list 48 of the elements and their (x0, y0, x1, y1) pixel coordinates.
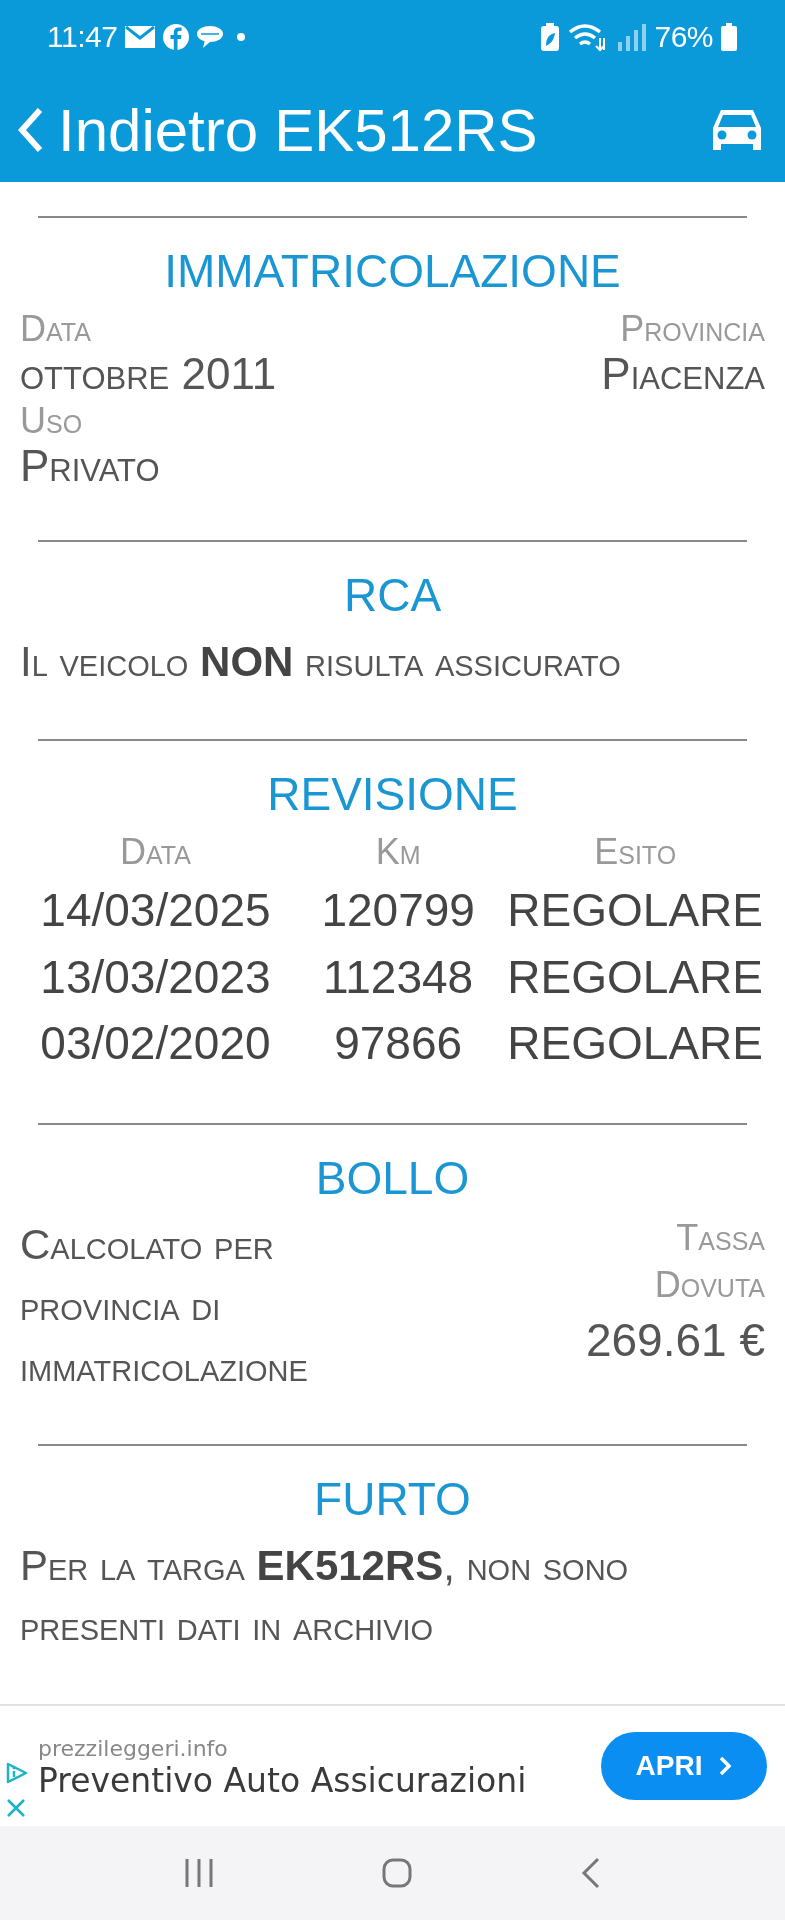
section-heading: RCA (342, 567, 443, 622)
ad-domain: prezzileggeri.info (38, 1736, 229, 1761)
table-cell-text: 13/03/2023 (39, 949, 272, 1005)
section-heading: BOLLO (314, 1150, 471, 1205)
field-value: Privato (20, 441, 160, 492)
info-text: Per la targa EK512RS, non sono presenti dati in archivio (20, 1540, 630, 1652)
chevron-left-icon (18, 107, 44, 153)
ad-info-icon[interactable] (6, 1762, 28, 1784)
tax-label: Tassa Dovuta (653, 1215, 765, 1307)
back-icon[interactable] (580, 1857, 601, 1889)
battery-leaf-icon (540, 22, 561, 52)
ad-headline[interactable]: Preventivo Auto Assicurazioni (38, 1761, 601, 1800)
signal-icon (616, 22, 647, 52)
table-cell-text: REGOLARE (506, 882, 764, 938)
close-icon[interactable] (6, 1798, 26, 1818)
field-value: Piacenza (601, 349, 765, 400)
plate-title: EK512RS (274, 95, 539, 165)
info-text: Calcolato per provincia di immatricolazione (20, 1219, 309, 1392)
table-cell-text: 03/02/2020 (39, 1016, 272, 1072)
mail-icon (125, 26, 156, 48)
column-header: Km (374, 830, 422, 874)
field-label: Data (20, 308, 91, 350)
table-cell-text: REGOLARE (506, 1016, 764, 1072)
battery-icon (721, 23, 737, 51)
recent-apps-icon[interactable] (184, 1858, 215, 1888)
section-heading: FURTO (313, 1471, 472, 1526)
section-heading: IMMATRICOLAZIONE (163, 244, 622, 298)
section-heading: REVISIONE (266, 766, 519, 821)
column-header: Data (119, 830, 192, 874)
tax-amount: 269.61 € (585, 1312, 765, 1367)
table-cell-text: 120799 (320, 882, 476, 938)
table-cell-text: 97866 (333, 1016, 464, 1072)
info-text: Il veicolo NON risulta assicurato (20, 636, 622, 687)
chat-bubbles-icon (197, 25, 226, 49)
table-cell-text: 14/03/2025 (39, 882, 272, 938)
back-button[interactable]: Indietro (18, 95, 259, 165)
column-header: Esito (593, 830, 678, 874)
field-value: ottobre 2011 (20, 349, 277, 400)
open-button[interactable]: APRI (601, 1732, 767, 1800)
chevron-right-icon (718, 1755, 733, 1777)
field-label: Uso (20, 400, 83, 442)
table-cell-text: REGOLARE (506, 949, 764, 1005)
home-icon[interactable] (382, 1858, 413, 1888)
clock-time: 11:47 (47, 20, 118, 54)
battery-percent: 76% (654, 20, 713, 54)
f-logo-icon (163, 24, 190, 50)
table-cell-text: 112348 (322, 949, 475, 1005)
field-label: Provincia (620, 308, 765, 350)
